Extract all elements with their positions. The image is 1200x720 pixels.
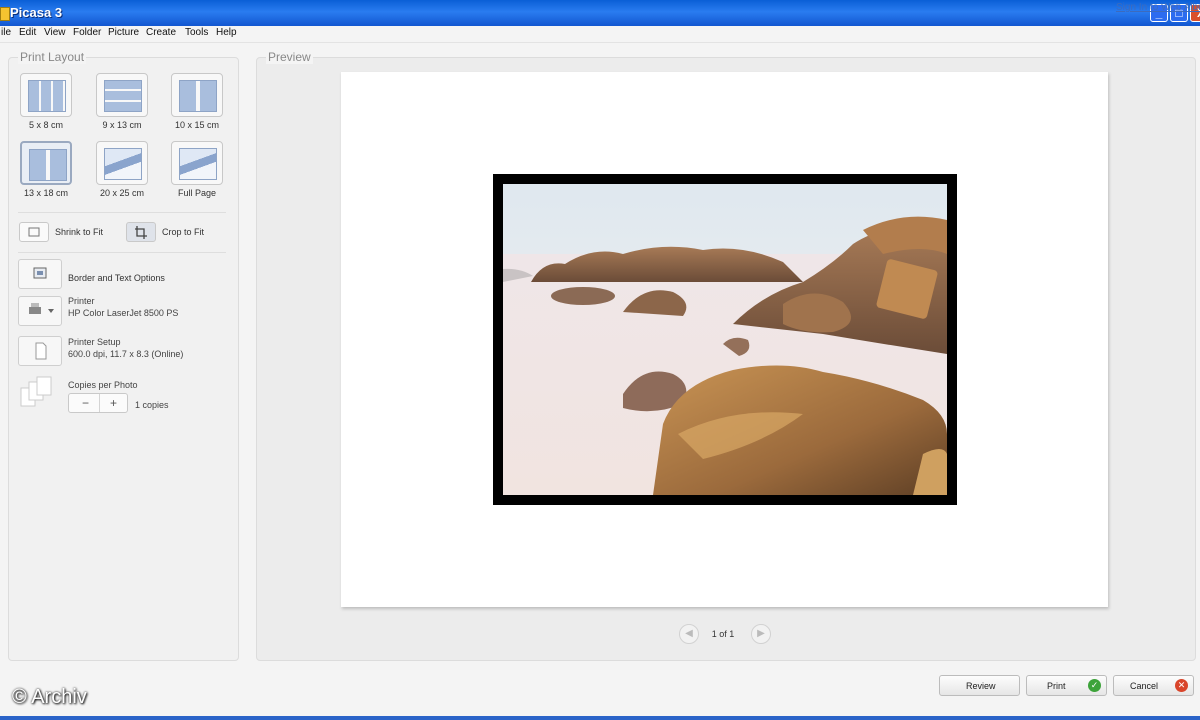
menu-help[interactable]: Help — [216, 27, 237, 38]
border-text-options-button[interactable] — [18, 259, 62, 289]
layout-13x18[interactable] — [20, 141, 72, 185]
printer-setup-button[interactable] — [18, 336, 62, 366]
printer-setup-value: 600.0 dpi, 11.7 x 8.3 (Online) — [68, 349, 184, 359]
copies-value: 1 copies — [135, 400, 169, 410]
preview-photo — [503, 184, 947, 495]
border-text-options-label: Border and Text Options — [68, 273, 165, 283]
sign-in-link[interactable]: Sign In to Web Album — [1116, 2, 1200, 13]
menu-edit[interactable]: Edit — [19, 27, 36, 38]
mountain-picture-icon — [104, 148, 142, 180]
printer-icon — [29, 303, 54, 314]
print-button[interactable]: Print ✓ — [1026, 675, 1107, 696]
taskbar-strip — [0, 716, 1200, 720]
layout-label: 9 x 13 cm — [102, 120, 142, 130]
layout-label: 10 x 15 cm — [174, 120, 220, 130]
copies-increase-button[interactable]: + — [110, 396, 117, 410]
cancel-button[interactable]: Cancel ✕ — [1113, 675, 1194, 696]
copies-stack-icon — [20, 376, 52, 407]
print-layout-title: Print Layout — [18, 50, 87, 64]
preview-title: Preview — [266, 50, 313, 64]
previous-page-button[interactable]: ◀ — [679, 624, 699, 644]
layout-grid-icon — [104, 80, 142, 112]
copyright-watermark: © Archiv — [12, 686, 87, 708]
menu-picture[interactable]: Picture — [108, 27, 139, 38]
crop-to-fit-button[interactable] — [126, 222, 156, 242]
border-frame-icon — [33, 267, 47, 279]
checkmark-icon: ✓ — [1088, 679, 1101, 692]
menu-bar — [0, 26, 1200, 43]
layout-9x13[interactable] — [96, 73, 148, 117]
printer-select-button[interactable] — [18, 296, 62, 326]
layout-label: 5 x 8 cm — [28, 120, 63, 130]
copies-decrease-button[interactable]: − — [82, 396, 89, 410]
next-page-button[interactable]: ▶ — [751, 624, 771, 644]
copies-label: Copies per Photo — [68, 380, 138, 390]
page-indicator: 1 of 1 — [711, 629, 735, 639]
mountain-picture-icon — [179, 148, 217, 180]
shrink-to-fit-button[interactable] — [19, 222, 49, 242]
layout-grid-icon — [28, 80, 66, 112]
stepper-divider — [99, 394, 100, 412]
crop-to-fit-label: Crop to Fit — [162, 227, 205, 237]
layout-full-page[interactable] — [171, 141, 223, 185]
layout-label: Full Page — [177, 188, 217, 198]
review-button[interactable]: Review — [939, 675, 1020, 696]
menu-tools[interactable]: Tools — [185, 27, 208, 38]
layout-two-up-icon — [29, 149, 67, 181]
layout-label: 20 x 25 cm — [99, 188, 145, 198]
divider — [18, 252, 226, 253]
layout-5x8[interactable] — [20, 73, 72, 117]
window-title: Picasa 3 — [10, 5, 63, 20]
printer-name: HP Color LaserJet 8500 PS — [68, 308, 179, 318]
picasa-app-icon — [0, 7, 10, 21]
layout-two-up-icon — [179, 80, 217, 112]
printer-setup-label: Printer Setup — [68, 337, 121, 347]
cancel-x-icon: ✕ — [1175, 679, 1188, 692]
cancel-label: Cancel — [1130, 681, 1159, 691]
page-setup-icon — [35, 342, 47, 360]
review-label: Review — [966, 681, 996, 691]
menu-create[interactable]: Create — [146, 27, 176, 38]
divider — [18, 212, 226, 213]
printer-label: Printer — [68, 296, 95, 306]
title-bar — [0, 0, 1200, 27]
menu-view[interactable]: View — [44, 27, 66, 38]
layout-10x15[interactable] — [171, 73, 223, 117]
layout-20x25[interactable] — [96, 141, 148, 185]
shrink-to-fit-label: Shrink to Fit — [55, 227, 104, 237]
menu-file[interactable]: ile — [1, 27, 11, 38]
shrink-icon — [28, 227, 40, 237]
layout-label: 13 x 18 cm — [23, 188, 69, 198]
copies-stepper: − + — [68, 393, 128, 413]
print-label: Print — [1047, 681, 1066, 691]
rocky-coast-photo — [503, 184, 947, 495]
menu-folder[interactable]: Folder — [73, 27, 101, 38]
crop-icon — [135, 226, 147, 239]
